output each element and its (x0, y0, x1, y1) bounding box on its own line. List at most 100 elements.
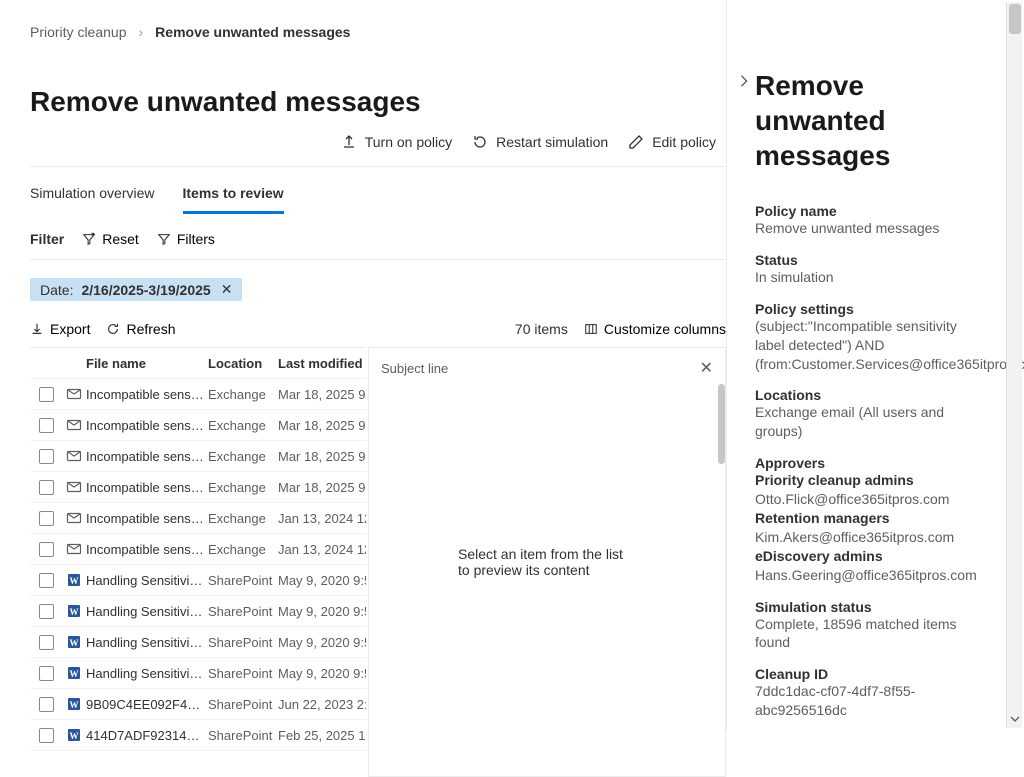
svg-text:W: W (70, 638, 79, 648)
close-icon[interactable]: ✕ (221, 281, 233, 298)
row-checkbox[interactable] (39, 542, 54, 557)
col-modified[interactable]: Last modified (278, 356, 366, 371)
label-approvers: Approvers (755, 455, 976, 471)
table-row[interactable]: Incompatible sensitivity label…ExchangeJ… (30, 503, 366, 534)
value-cleanup-id: 7ddc1dac-cf07-4df7-8f55-abc9256516dc (755, 682, 976, 720)
funnel-reset-icon (82, 232, 96, 246)
row-modified: Mar 18, 2025 9:36 P (278, 449, 366, 464)
customize-columns-button[interactable]: Customize columns (584, 321, 726, 337)
reset-filter-button[interactable]: Reset (82, 231, 139, 247)
row-file-name: 9B09C4EE092F4624A2E4E3B… (86, 697, 208, 712)
col-file-name[interactable]: File name (86, 356, 208, 371)
refresh-icon (106, 322, 120, 336)
table-row[interactable]: WHandling Sensitivity Label Mi…SharePoin… (30, 627, 366, 658)
tab-items-to-review[interactable]: Items to review (183, 175, 284, 214)
breadcrumb-parent[interactable]: Priority cleanup (30, 24, 127, 40)
date-chip-value: 2/16/2025-3/19/2025 (81, 282, 210, 298)
row-file-name: Incompatible sensitivity label… (86, 542, 208, 557)
value-status: In simulation (755, 268, 976, 287)
row-checkbox[interactable] (39, 697, 54, 712)
row-checkbox[interactable] (39, 635, 54, 650)
row-checkbox[interactable] (39, 418, 54, 433)
chevron-right-icon[interactable] (737, 74, 751, 91)
value-policy-name: Remove unwanted messages (755, 219, 976, 238)
list-and-preview: File name Location Last modified Incompa… (30, 347, 726, 777)
row-location: Exchange (208, 480, 278, 495)
table-row[interactable]: Incompatible sensitivity label…ExchangeM… (30, 441, 366, 472)
row-checkbox[interactable] (39, 511, 54, 526)
preview-empty-text: Select an item from the list to preview … (458, 546, 636, 578)
row-location: SharePoint (208, 604, 278, 619)
row-location: SharePoint (208, 697, 278, 712)
export-button[interactable]: Export (30, 321, 90, 337)
table-row[interactable]: Incompatible sensitivity label…ExchangeJ… (30, 534, 366, 565)
svg-text:W: W (70, 669, 79, 679)
word-icon: W (62, 603, 86, 619)
label-policy-settings: Policy settings (755, 301, 976, 317)
filters-button[interactable]: Filters (157, 231, 215, 247)
svg-text:W: W (70, 576, 79, 586)
row-location: SharePoint (208, 573, 278, 588)
col-location[interactable]: Location (208, 356, 278, 371)
value-sim-status: Complete, 18596 matched items found (755, 615, 976, 653)
approver-email-1: Otto.Flick@office365itpros.com (755, 490, 976, 509)
table-row[interactable]: W9B09C4EE092F4624A2E4E3B…SharePointJun 2… (30, 689, 366, 720)
approver-group-3: eDiscovery admins (755, 547, 976, 566)
table-row[interactable]: W414D7ADF92314142B11CF3…SharePointFeb 25… (30, 720, 366, 751)
row-modified: Mar 18, 2025 9:36 P (278, 387, 366, 402)
refresh-button[interactable]: Refresh (106, 321, 175, 337)
list-header: File name Location Last modified (30, 348, 366, 379)
date-filter-chip[interactable]: Date: 2/16/2025-3/19/2025 ✕ (30, 278, 242, 301)
mail-icon (62, 417, 86, 433)
approver-group-2: Retention managers (755, 509, 976, 528)
mail-icon (62, 386, 86, 402)
table-row[interactable]: WHandling Sensitivity Label Mi…SharePoin… (30, 565, 366, 596)
label-sim-status: Simulation status (755, 599, 976, 615)
funnel-icon (157, 232, 171, 246)
turn-on-policy-button[interactable]: Turn on policy (341, 130, 452, 154)
mail-icon (62, 541, 86, 557)
svg-text:W: W (70, 700, 79, 710)
row-checkbox[interactable] (39, 604, 54, 619)
chevron-down-icon[interactable] (1010, 714, 1020, 724)
upload-icon (341, 134, 357, 150)
edit-policy-button[interactable]: Edit policy (628, 130, 716, 154)
table-row[interactable]: WHandling Sensitivity Label Mi…SharePoin… (30, 596, 366, 627)
table-row[interactable]: Incompatible sensitivity label…ExchangeM… (30, 410, 366, 441)
row-modified: May 9, 2020 9:52 P (278, 604, 366, 619)
row-checkbox[interactable] (39, 387, 54, 402)
edit-icon (628, 134, 644, 150)
row-location: Exchange (208, 542, 278, 557)
breadcrumb-current: Remove unwanted messages (155, 24, 350, 40)
row-modified: Jan 13, 2024 12:03 (278, 511, 366, 526)
tab-simulation-overview[interactable]: Simulation overview (30, 175, 155, 214)
breadcrumb: Priority cleanup › Remove unwanted messa… (30, 0, 726, 40)
word-icon: W (62, 572, 86, 588)
row-location: Exchange (208, 387, 278, 402)
row-file-name: Handling Sensitivity Label Mi… (86, 604, 208, 619)
items-list: File name Location Last modified Incompa… (30, 347, 366, 777)
policy-actions: Turn on policy Restart simulation Edit p… (30, 130, 726, 167)
row-checkbox[interactable] (39, 666, 54, 681)
row-location: SharePoint (208, 666, 278, 681)
row-modified: May 9, 2020 9:52 P (278, 573, 366, 588)
preview-header-label: Subject line (381, 361, 448, 376)
row-location: Exchange (208, 449, 278, 464)
scrollbar-thumb[interactable] (718, 384, 725, 464)
table-row[interactable]: Incompatible sensitivity label…ExchangeM… (30, 379, 366, 410)
row-file-name: Incompatible sensitivity label… (86, 480, 208, 495)
close-icon[interactable]: ✕ (700, 358, 713, 378)
columns-icon (584, 322, 598, 336)
row-checkbox[interactable] (39, 449, 54, 464)
row-file-name: Handling Sensitivity Label Mi… (86, 635, 208, 650)
page-scrollbar[interactable] (1006, 2, 1022, 728)
row-checkbox[interactable] (39, 573, 54, 588)
table-row[interactable]: Incompatible sensitivity label…ExchangeM… (30, 472, 366, 503)
scrollbar-thumb[interactable] (1009, 4, 1021, 34)
row-checkbox[interactable] (39, 480, 54, 495)
table-row[interactable]: WHandling Sensitivity Label Mi…SharePoin… (30, 658, 366, 689)
label-locations: Locations (755, 387, 976, 403)
word-icon: W (62, 727, 86, 743)
restart-simulation-button[interactable]: Restart simulation (472, 130, 608, 154)
page-title: Remove unwanted messages (30, 86, 726, 118)
